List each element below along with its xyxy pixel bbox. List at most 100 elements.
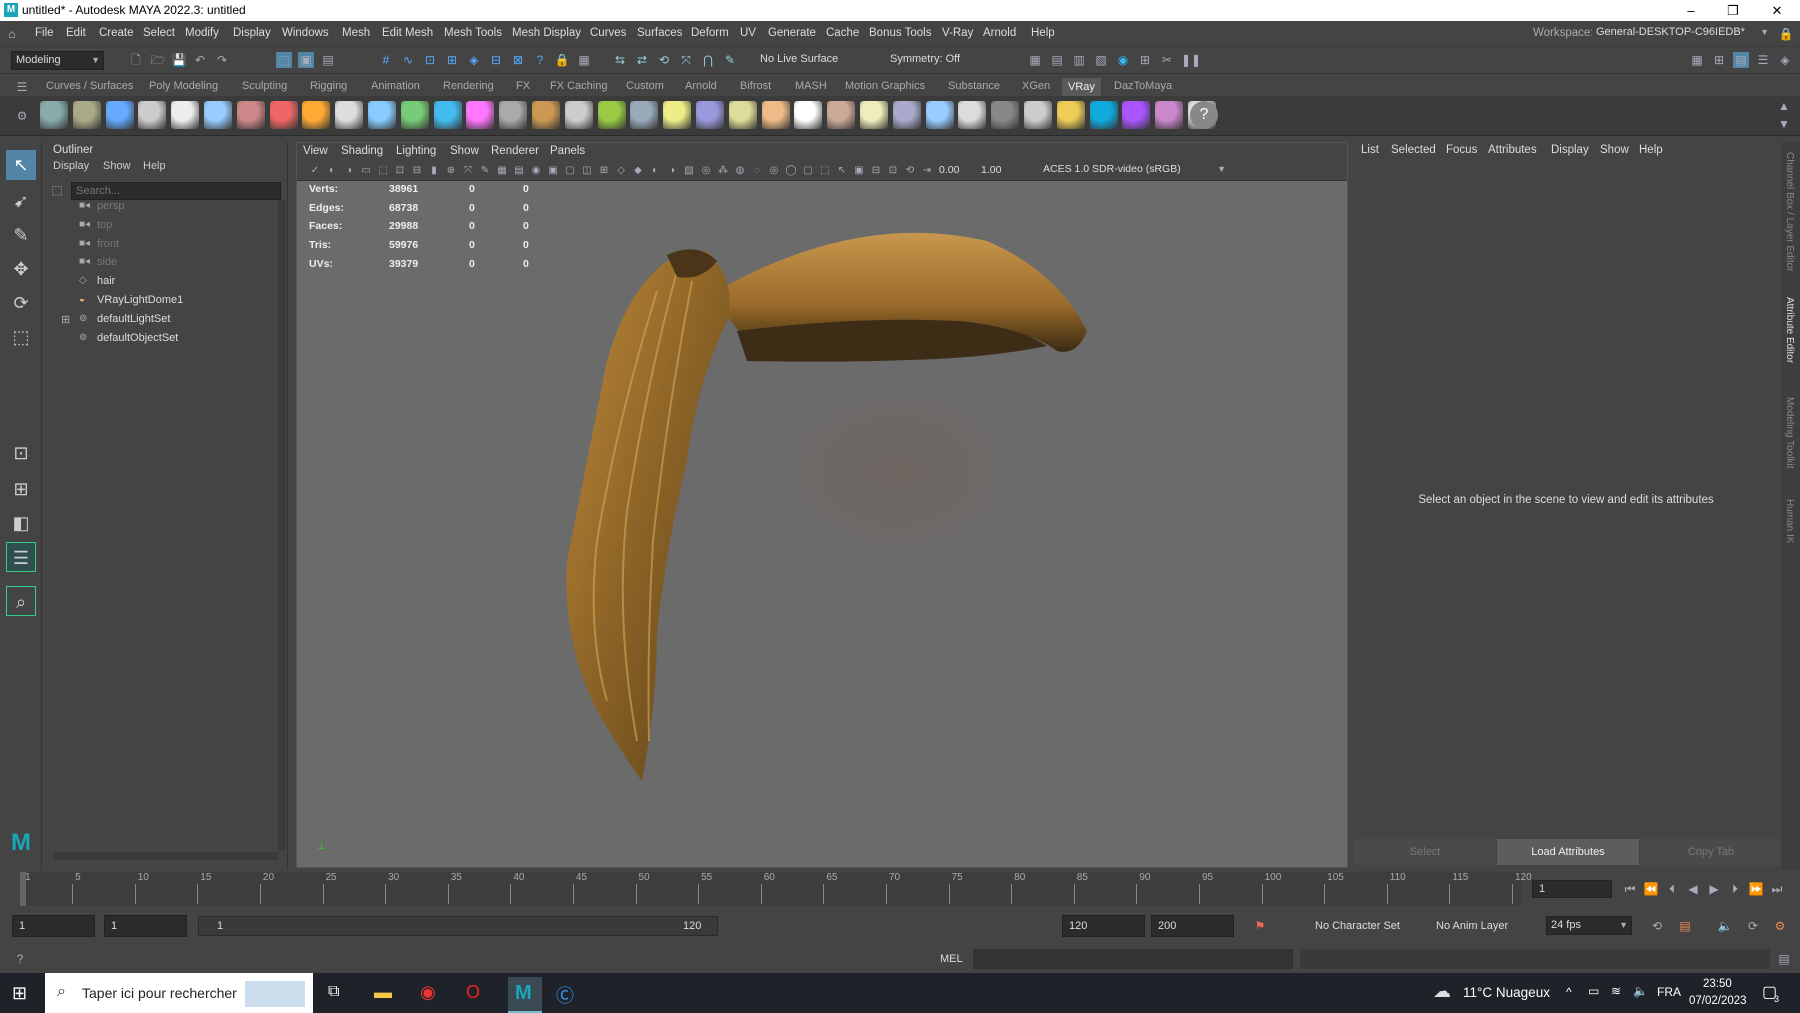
- menu-surfaces[interactable]: Surfaces: [637, 27, 682, 39]
- clock-date[interactable]: 07/02/2023: [1689, 995, 1747, 1007]
- viewport-tool-icon[interactable]: ⟲: [902, 163, 918, 179]
- wifi-icon[interactable]: ≋: [1611, 984, 1621, 998]
- outliner-h-scrollbar[interactable]: [53, 852, 278, 860]
- colorspace-dropdown[interactable]: ACES 1.0 SDR-video (sRGB) ▼: [1039, 162, 1229, 179]
- shelf-tool-icon[interactable]: [335, 101, 364, 129]
- shelf-tool-icon[interactable]: [105, 101, 134, 129]
- viewport-tool-icon[interactable]: ◑: [341, 163, 357, 179]
- viewport-menu-lighting[interactable]: Lighting: [396, 145, 436, 157]
- auto-key-icon[interactable]: ⚑: [1252, 918, 1268, 934]
- hypershade-icon[interactable]: ◉: [1115, 52, 1131, 68]
- menu-cache[interactable]: Cache: [826, 27, 859, 39]
- go-to-end-icon[interactable]: ⏭: [1769, 881, 1785, 897]
- viewport-tool-icon[interactable]: ◍: [732, 163, 748, 179]
- shelf-tab-arnold[interactable]: Arnold: [685, 80, 717, 92]
- viewport-tool-icon[interactable]: ▢: [800, 163, 816, 179]
- render-settings-icon[interactable]: ▧: [1093, 52, 1109, 68]
- anim-start-field[interactable]: 1: [12, 915, 95, 937]
- settings-icon[interactable]: ⚙: [1772, 918, 1788, 934]
- viewport-tool-icon[interactable]: ◑: [664, 163, 680, 179]
- layout-two-icon[interactable]: ⊞: [1711, 52, 1727, 68]
- viewport-tool-icon[interactable]: ▧: [681, 163, 697, 179]
- menu-mesh-tools[interactable]: Mesh Tools: [444, 27, 502, 39]
- viewport-tool-icon[interactable]: ◫: [579, 163, 595, 179]
- output-ops-icon[interactable]: ⇄: [634, 52, 650, 68]
- outliner-item[interactable]: ⊞ ⊚ defaultLightSet: [43, 311, 273, 329]
- script-editor-icon[interactable]: ▤: [1776, 951, 1792, 967]
- current-frame-field[interactable]: 1: [1532, 880, 1612, 898]
- viewport-tool-icon[interactable]: ⇥: [919, 163, 935, 179]
- shelf-tool-icon[interactable]: [630, 101, 659, 129]
- loop-icon[interactable]: ⟲: [1649, 918, 1665, 934]
- snap-help-icon[interactable]: ?: [532, 52, 548, 68]
- battery-icon[interactable]: ▭: [1588, 984, 1599, 998]
- outliner-scrollbar[interactable]: [278, 200, 286, 850]
- construction-history-icon[interactable]: ⟲: [656, 52, 672, 68]
- viewport-tool-icon[interactable]: ▣: [851, 163, 867, 179]
- layers-icon[interactable]: ◈: [1777, 52, 1793, 68]
- shelf-tool-icon[interactable]: [728, 101, 757, 129]
- shelf-help-icon[interactable]: ?: [1190, 101, 1218, 129]
- menu-bonus-tools[interactable]: Bonus Tools: [869, 27, 931, 39]
- shelf-tab-animation[interactable]: Animation: [371, 80, 420, 92]
- ae-menu-display[interactable]: Display: [1551, 144, 1589, 156]
- viewport-tool-icon[interactable]: ◐: [324, 163, 340, 179]
- character-set-dropdown[interactable]: No Character Set: [1315, 920, 1400, 932]
- chrome-icon[interactable]: ◉: [420, 982, 436, 1003]
- tab-channel-box[interactable]: Channel Box / Layer Editor: [1784, 152, 1795, 272]
- four-view-layout-icon[interactable]: ⊞: [6, 474, 36, 504]
- snap-surface-icon[interactable]: ◈: [466, 52, 482, 68]
- home-icon[interactable]: ⌂: [4, 26, 20, 42]
- outliner-item[interactable]: ■◂ side: [43, 254, 273, 272]
- shelf-tab-vray[interactable]: VRay: [1062, 78, 1101, 96]
- rotate-tool-icon[interactable]: ⟳: [6, 288, 36, 318]
- maya-taskbar-item[interactable]: M: [508, 977, 542, 1013]
- shelf-tool-icon[interactable]: [1155, 101, 1184, 129]
- single-perspective-layout-icon[interactable]: ⊡: [6, 438, 36, 468]
- shelf-tool-icon[interactable]: [368, 101, 396, 129]
- layout-four-icon[interactable]: ☰: [1755, 52, 1771, 68]
- gamma-field[interactable]: 1.00: [981, 164, 1001, 176]
- shelf-tool-icon[interactable]: [597, 101, 626, 129]
- shelf-tool-icon[interactable]: [204, 101, 232, 129]
- outliner-layout-icon[interactable]: ☰: [6, 542, 36, 572]
- shelf-tool-icon[interactable]: [433, 101, 462, 129]
- shelf-tool-icon[interactable]: [892, 101, 921, 129]
- command-language[interactable]: MEL: [940, 953, 963, 965]
- menu-mesh-display[interactable]: Mesh Display: [512, 27, 581, 39]
- close-button[interactable]: ✕: [1754, 0, 1800, 21]
- viewport-tool-icon[interactable]: ↖: [834, 163, 850, 179]
- shelf-tool-icon[interactable]: [1024, 101, 1052, 129]
- shelf-tool-icon[interactable]: [236, 101, 265, 129]
- opera-icon[interactable]: O: [466, 982, 480, 1003]
- viewport-tool-icon[interactable]: ◇: [613, 163, 629, 179]
- paint-select-tool-icon[interactable]: ✎: [6, 220, 36, 250]
- render-current-icon[interactable]: ▤: [1049, 52, 1065, 68]
- viewport-menu-view[interactable]: View: [303, 145, 328, 157]
- filter-icon[interactable]: ⬚: [49, 182, 65, 198]
- shelf-tool-icon[interactable]: [532, 101, 560, 129]
- viewport-tool-icon[interactable]: ▢: [562, 163, 578, 179]
- tab-attribute-editor[interactable]: Attribute Editor: [1784, 297, 1795, 363]
- magnet-icon[interactable]: ⋂: [700, 52, 716, 68]
- viewport-tool-icon[interactable]: ◆: [630, 163, 646, 179]
- anim-prefs-icon[interactable]: ⟳: [1745, 918, 1761, 934]
- viewport-tool-icon[interactable]: ⤧: [460, 163, 476, 179]
- snap-point-icon[interactable]: ⊡: [422, 52, 438, 68]
- shelf-tab-motion-graphics[interactable]: Motion Graphics: [845, 80, 925, 92]
- render-view-icon[interactable]: ▦: [1027, 52, 1043, 68]
- menu-windows[interactable]: Windows: [282, 27, 329, 39]
- app-c-icon[interactable]: Ⓒ: [556, 982, 574, 1008]
- viewport-menu-renderer[interactable]: Renderer: [491, 145, 539, 157]
- anim-end-field[interactable]: 200: [1151, 915, 1234, 937]
- help-icon[interactable]: ?: [12, 951, 28, 967]
- shelf-tool-icon[interactable]: [400, 101, 429, 129]
- menu-uv[interactable]: UV: [740, 27, 756, 39]
- ipr-render-icon[interactable]: ▥: [1071, 52, 1087, 68]
- shelf-tool-icon[interactable]: [302, 101, 331, 129]
- viewport-3d[interactable]: Verts: 38961 0 0 Edges: 68738 0 0 Faces: 29988 0 0 T…: [297, 181, 1347, 867]
- tray-chevron-icon[interactable]: ^: [1566, 985, 1572, 999]
- paint-icon[interactable]: ✎: [722, 52, 738, 68]
- shelf-tool-icon[interactable]: [1089, 101, 1118, 129]
- redo-icon[interactable]: ↷: [214, 52, 230, 68]
